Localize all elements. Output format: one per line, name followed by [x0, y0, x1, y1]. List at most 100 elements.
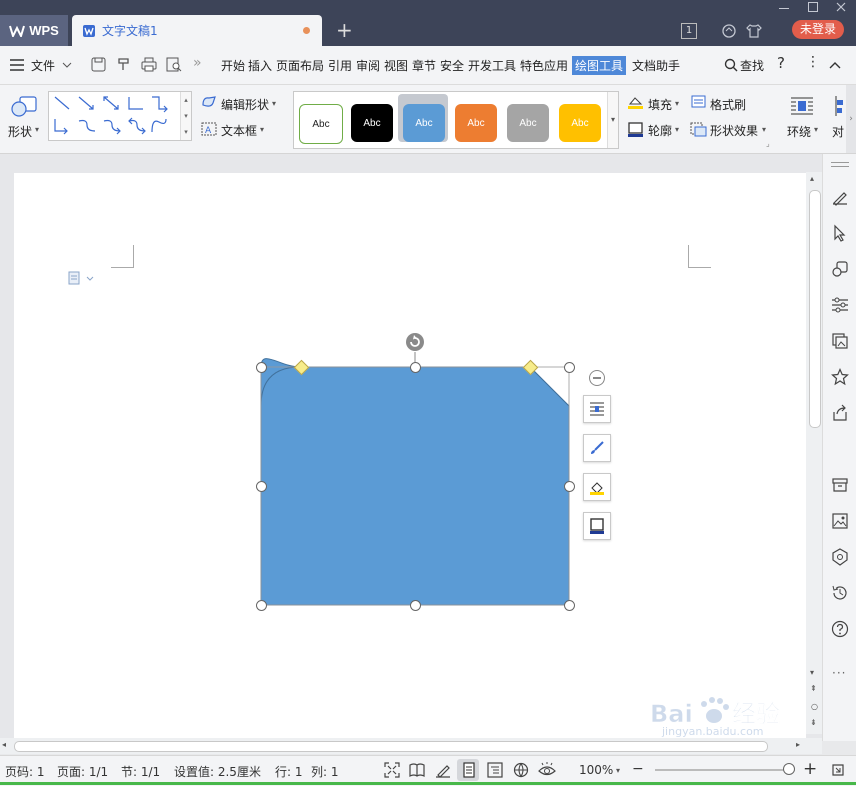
resize-handle-bottom-right[interactable]: [564, 600, 575, 611]
scroll-up-icon[interactable]: ▴: [810, 174, 814, 183]
search-icon[interactable]: [724, 58, 738, 72]
vertical-scroll-thumb[interactable]: [809, 190, 821, 428]
zoom-in-button[interactable]: +: [803, 759, 817, 779]
archive-icon[interactable]: [831, 476, 849, 494]
cursor-icon[interactable]: [831, 224, 849, 242]
write-mode-icon[interactable]: [435, 762, 451, 778]
zoom-level[interactable]: 100%: [579, 763, 613, 777]
outline-view-icon[interactable]: [487, 762, 503, 778]
gallery-icon[interactable]: [831, 332, 849, 350]
horizontal-scroll-thumb[interactable]: [14, 741, 768, 752]
window-count-badge[interactable]: 1: [681, 23, 697, 39]
shape-style-button[interactable]: [583, 434, 611, 462]
chevron-down-icon[interactable]: [62, 62, 72, 68]
help-circle-icon[interactable]: [831, 620, 849, 638]
star-icon[interactable]: [831, 368, 849, 386]
align-label[interactable]: 对: [832, 123, 844, 140]
resize-handle-left[interactable]: [256, 481, 267, 492]
menu-file[interactable]: 文件: [31, 57, 55, 74]
menu-view[interactable]: 视图: [384, 57, 408, 74]
new-tab-button[interactable]: +: [336, 20, 353, 40]
edit-shape-label[interactable]: 编辑形状: [221, 96, 269, 113]
menu-drawing-tools[interactable]: 绘图工具: [572, 56, 627, 75]
eye-protection-icon[interactable]: [538, 762, 556, 778]
resize-handle-bottom[interactable]: [410, 600, 421, 611]
read-mode-icon[interactable]: [409, 762, 425, 778]
style-orange[interactable]: Abc: [455, 104, 497, 142]
fill-label[interactable]: 填充: [648, 96, 672, 113]
collapse-ribbon-icon[interactable]: [829, 61, 841, 69]
menu-page-layout[interactable]: 页面布局: [276, 57, 324, 74]
status-column[interactable]: 列: 1: [311, 763, 339, 780]
vertical-scrollbar[interactable]: ▴ ▾ ⇞ ○ ⇟: [806, 172, 822, 734]
menu-special[interactable]: 特色应用: [520, 57, 568, 74]
scroll-right-icon[interactable]: ▸: [796, 740, 800, 749]
layout-options-button[interactable]: [583, 395, 611, 423]
menu-review[interactable]: 审阅: [356, 57, 380, 74]
wps-home-tab[interactable]: WPS: [0, 15, 68, 46]
shapes-icon[interactable]: [831, 260, 849, 278]
style-black[interactable]: Abc: [351, 104, 393, 142]
line-shape-gallery[interactable]: ▴ ▾ ▾: [48, 91, 192, 141]
scroll-left-icon[interactable]: ◂: [2, 740, 6, 749]
next-page-icon[interactable]: ⇟: [810, 718, 817, 727]
ribbon-scroll-right-icon[interactable]: ›: [846, 85, 856, 153]
outline-icon[interactable]: [627, 122, 644, 137]
wrap-icon[interactable]: [790, 95, 814, 117]
shape-button-label[interactable]: 形状: [8, 123, 32, 140]
resize-handle-top-right[interactable]: [564, 362, 575, 373]
web-view-icon[interactable]: [513, 762, 529, 778]
browse-object-icon[interactable]: ○: [811, 702, 818, 711]
status-setting-value[interactable]: 设置值: 2.5厘米: [174, 763, 261, 780]
menu-start[interactable]: 开始: [221, 57, 245, 74]
menu-doc-assistant[interactable]: 文档助手: [632, 57, 680, 74]
pen-icon[interactable]: [831, 188, 849, 206]
fill-icon[interactable]: [627, 95, 644, 110]
format-painter-label[interactable]: 格式刷: [710, 96, 746, 113]
image-icon[interactable]: [831, 512, 849, 530]
more-vertical-icon[interactable]: ⋮: [806, 54, 820, 70]
menu-insert[interactable]: 插入: [248, 57, 272, 74]
expand-view-icon[interactable]: [831, 763, 845, 777]
skin-icon[interactable]: [722, 24, 736, 38]
adjust-sliders-icon[interactable]: [831, 296, 849, 314]
print-preview-icon[interactable]: [166, 57, 182, 72]
collapse-tools-icon[interactable]: [588, 369, 606, 387]
print-icon[interactable]: [141, 57, 157, 72]
shape-effect-icon[interactable]: [690, 122, 707, 137]
menu-reference[interactable]: 引用: [328, 57, 352, 74]
status-section[interactable]: 节: 1/1: [121, 763, 160, 780]
shirt-icon[interactable]: [746, 23, 762, 39]
shape-dropdown-icon[interactable]: ▾: [35, 125, 39, 134]
login-button[interactable]: 未登录: [792, 20, 844, 39]
more-chevron-icon[interactable]: »: [193, 55, 202, 71]
shield-icon[interactable]: [831, 548, 849, 566]
close-icon[interactable]: [836, 2, 846, 12]
more-tools-icon[interactable]: ···: [832, 666, 846, 680]
search-label[interactable]: 查找: [740, 57, 764, 74]
dialog-launcher-icon[interactable]: ⌟: [766, 139, 770, 148]
edit-shape-dropdown-icon[interactable]: ▾: [272, 99, 276, 108]
fill-dropdown-icon[interactable]: ▾: [675, 99, 679, 108]
zoom-slider-thumb[interactable]: [783, 763, 795, 775]
prev-page-icon[interactable]: ⇞: [810, 684, 817, 693]
outline-dropdown-icon[interactable]: ▾: [675, 125, 679, 134]
minimize-icon[interactable]: [779, 8, 789, 9]
shape-outline-button[interactable]: [583, 512, 611, 540]
textbox-dropdown-icon[interactable]: ▾: [260, 125, 264, 134]
scroll-down-icon[interactable]: ▾: [810, 668, 814, 677]
shape-icon[interactable]: [10, 95, 38, 119]
outline-label[interactable]: 轮廓: [648, 122, 672, 139]
help-icon[interactable]: ?: [777, 54, 785, 72]
edit-shape-icon[interactable]: [201, 95, 217, 109]
style-blue[interactable]: Abc: [403, 104, 445, 142]
gallery-scroll-icon[interactable]: ▴ ▾ ▾: [180, 92, 191, 140]
menu-chapter[interactable]: 章节: [412, 57, 436, 74]
shape-effect-dropdown-icon[interactable]: ▾: [762, 125, 766, 134]
zoom-out-button[interactable]: −: [632, 761, 644, 777]
shape-effect-label[interactable]: 形状效果: [710, 122, 758, 139]
maximize-icon[interactable]: [808, 2, 818, 12]
resize-handle-top[interactable]: [410, 362, 421, 373]
style-white[interactable]: Abc: [299, 104, 343, 144]
menu-developer[interactable]: 开发工具: [468, 57, 516, 74]
